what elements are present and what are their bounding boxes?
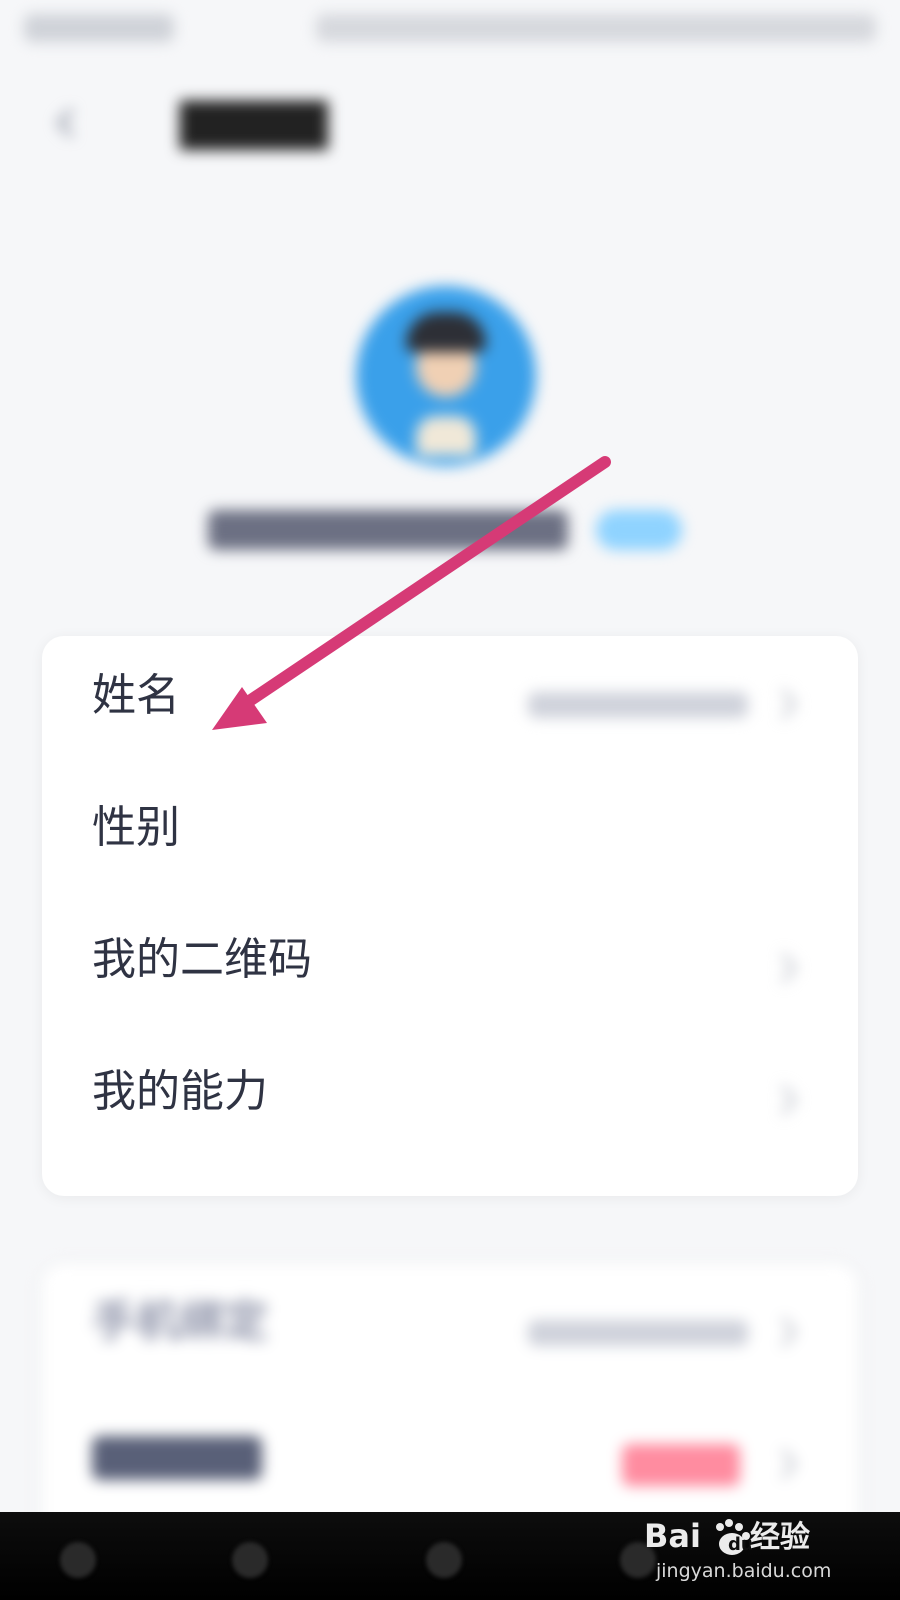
avatar[interactable] — [356, 286, 536, 466]
status-bar-left — [24, 14, 174, 42]
menu-row-label: 我的能力 — [92, 1066, 268, 1117]
profile-badge — [596, 510, 682, 550]
chevron-right-icon — [778, 1446, 800, 1482]
baidu-jingyan-watermark: Bai du 经验 jingyan.baidu.com — [644, 1512, 854, 1588]
menu-row-gender[interactable]: 性别 — [42, 768, 858, 900]
menu-row-label: 性别 — [92, 802, 180, 853]
menu-row-name[interactable]: 姓名 — [42, 636, 858, 768]
back-icon[interactable] — [42, 100, 88, 146]
avatar-hair — [406, 312, 486, 352]
status-badge — [622, 1444, 740, 1486]
avatar-body — [416, 416, 476, 456]
nav-home-icon[interactable] — [426, 1542, 462, 1578]
svg-text:Bai: Bai — [644, 1517, 701, 1555]
chevron-right-icon — [778, 1314, 800, 1350]
chevron-right-icon — [778, 1082, 800, 1118]
menu-row-value — [528, 692, 748, 718]
profile-name — [208, 510, 568, 550]
watermark-url: jingyan.baidu.com — [656, 1560, 832, 1582]
status-bar — [0, 0, 900, 64]
menu-row-value — [528, 1320, 748, 1346]
menu-row-label: 我的二维码 — [92, 934, 312, 985]
settings-card-primary: 姓名 性别 我的二维码 我的能力 — [42, 636, 858, 1196]
menu-row-label: 手机绑定 — [92, 1296, 268, 1347]
nav-menu-icon[interactable] — [60, 1542, 96, 1578]
status-bar-right — [316, 14, 876, 42]
menu-row-label: 姓名 — [92, 670, 180, 721]
chevron-right-icon — [778, 950, 800, 986]
menu-row-blurred[interactable] — [42, 1396, 858, 1528]
chevron-right-icon — [778, 686, 800, 722]
menu-row-qr-code[interactable]: 我的二维码 — [42, 900, 858, 1032]
menu-row-label-placeholder — [92, 1436, 262, 1480]
menu-row-abilities[interactable]: 我的能力 — [42, 1032, 858, 1164]
profile-name-row — [208, 500, 708, 560]
page-title: ▇▇▇▇ — [180, 94, 328, 150]
nav-back-icon[interactable] — [232, 1542, 268, 1578]
menu-row-phone-binding[interactable]: 手机绑定 — [42, 1264, 858, 1396]
baidu-paw-logo: Bai du 经验 — [644, 1517, 810, 1555]
svg-text:经验: 经验 — [750, 1520, 810, 1555]
app-header: ▇▇▇▇ — [0, 70, 900, 190]
